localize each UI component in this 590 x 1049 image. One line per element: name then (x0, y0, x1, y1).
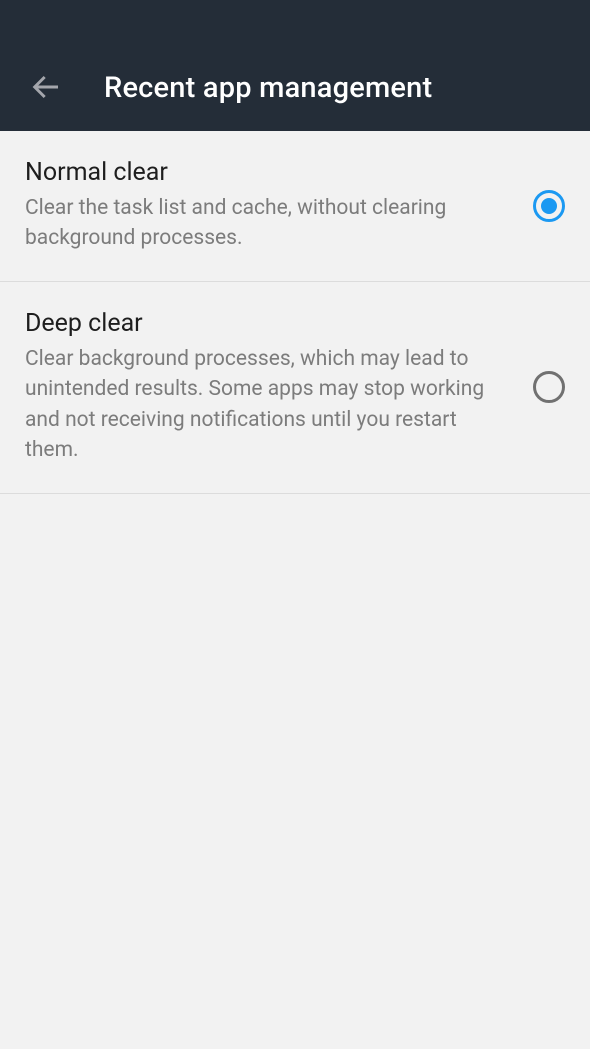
back-button[interactable] (28, 69, 64, 105)
header: Recent app management (0, 0, 590, 131)
option-deep-clear[interactable]: Deep clear Clear background processes, w… (0, 282, 590, 494)
back-arrow-icon (30, 71, 62, 103)
radio-inner-icon (541, 198, 557, 214)
option-content: Deep clear Clear background processes, w… (25, 309, 533, 466)
radio-deep-clear[interactable] (533, 371, 565, 403)
option-description: Clear the task list and cache, without c… (25, 193, 508, 254)
radio-normal-clear[interactable] (533, 190, 565, 222)
page-title: Recent app management (104, 71, 432, 105)
option-normal-clear[interactable]: Normal clear Clear the task list and cac… (0, 131, 590, 282)
radio-outer-icon (533, 371, 565, 403)
option-description: Clear background processes, which may le… (25, 344, 508, 466)
option-title: Normal clear (25, 158, 508, 187)
option-content: Normal clear Clear the task list and cac… (25, 158, 533, 254)
option-title: Deep clear (25, 309, 508, 338)
